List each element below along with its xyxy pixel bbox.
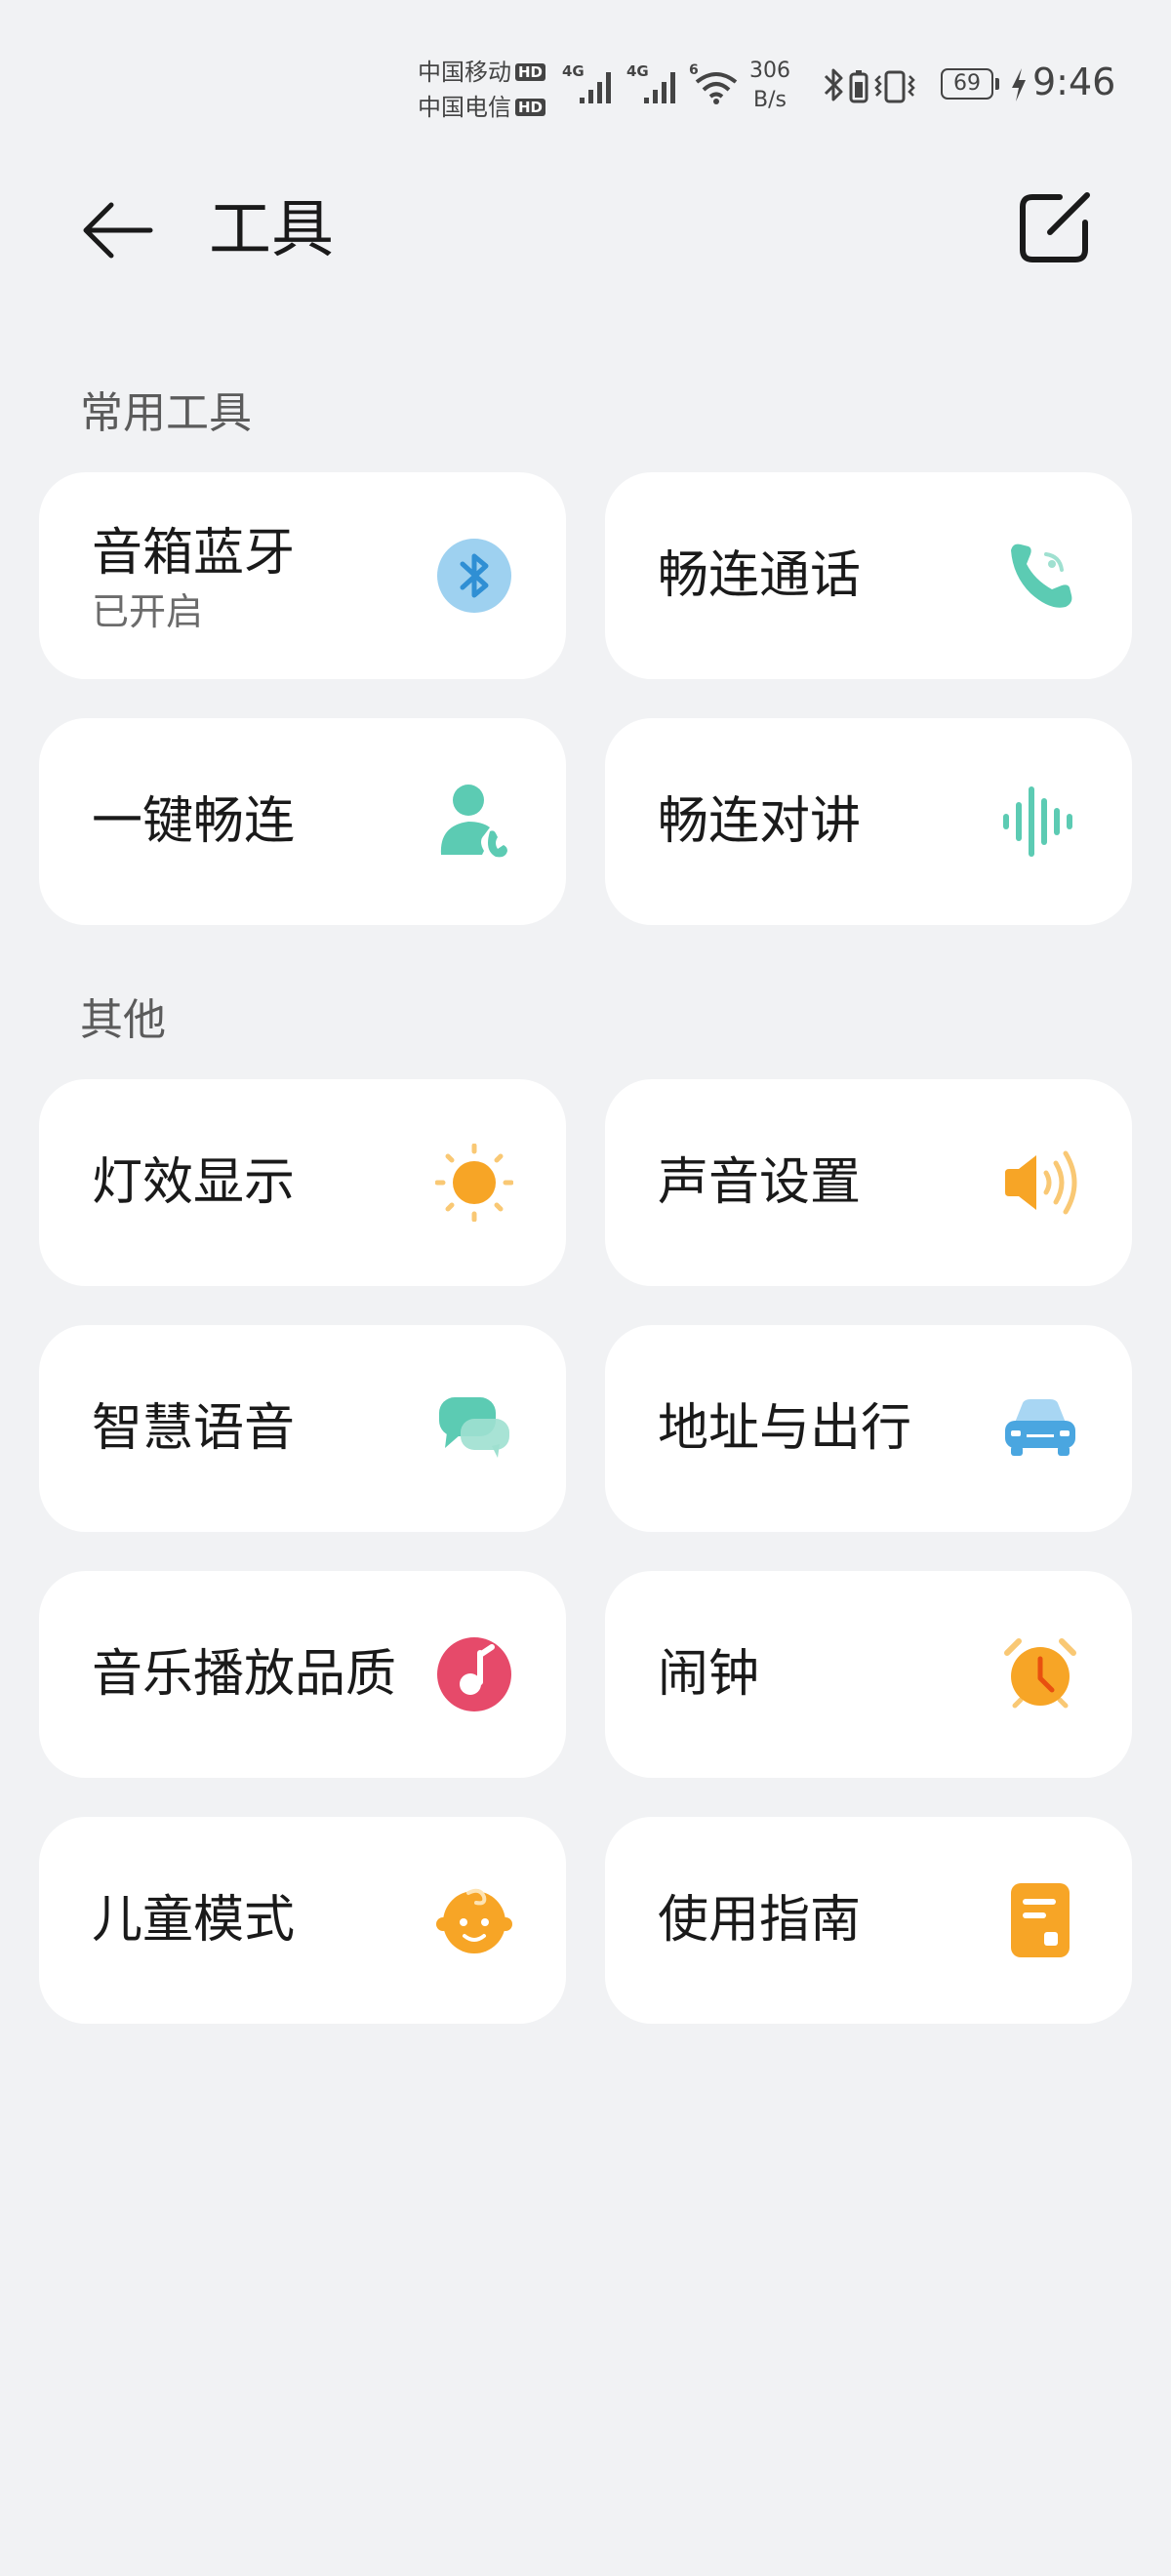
page-title: 工具 xyxy=(209,194,334,266)
speaker-icon xyxy=(1005,1150,1077,1215)
tool-card-label: 畅连通话 xyxy=(658,546,862,605)
status-time: 9:46 xyxy=(1032,60,1116,103)
net-type-1: 4G xyxy=(562,62,585,80)
edit-icon xyxy=(1020,192,1090,262)
network-speed: 306 B/s xyxy=(749,57,790,115)
battery-level: 69 xyxy=(953,71,981,96)
network-speed-unit: B/s xyxy=(753,88,787,112)
signal-strength-2-icon: 4G xyxy=(626,62,675,103)
tool-card-alarm[interactable]: 闹钟 xyxy=(605,1571,1132,1778)
tool-card-smart-voice[interactable]: 智慧语音 xyxy=(39,1325,566,1532)
battery-indicator: 69 xyxy=(941,68,993,100)
hd-badge-1: HD xyxy=(515,63,546,81)
wifi-type: 6 xyxy=(689,62,699,78)
battery-tip xyxy=(995,78,999,90)
tool-card-label: 使用指南 xyxy=(658,1891,862,1950)
chat-bubble-icon xyxy=(439,1397,509,1458)
tool-card-label: 灯效显示 xyxy=(92,1153,296,1212)
tool-card-light-effect[interactable]: 灯效显示 xyxy=(39,1079,566,1286)
tool-card-address-travel[interactable]: 地址与出行 xyxy=(605,1325,1132,1532)
tool-card-label: 音箱蓝牙 xyxy=(92,524,296,583)
net-type-2: 4G xyxy=(626,62,649,80)
arrow-left-icon xyxy=(83,202,153,259)
vibrate-icon xyxy=(874,70,915,103)
tool-card-music-quality[interactable]: 音乐播放品质 xyxy=(39,1571,566,1778)
section-title-common: 常用工具 xyxy=(80,388,252,438)
sun-icon xyxy=(435,1144,513,1222)
carrier-2: 中国电信 xyxy=(418,94,511,121)
baby-face-icon xyxy=(436,1888,512,1953)
back-button[interactable] xyxy=(78,191,156,269)
wifi-icon: 6 xyxy=(689,62,738,104)
voice-wave-icon xyxy=(1003,786,1072,857)
battery-saver-icon xyxy=(849,70,868,103)
tool-card-label: 音乐播放品质 xyxy=(92,1645,397,1704)
network-speed-value: 306 xyxy=(749,59,790,83)
hd-badge-2: HD xyxy=(515,99,546,116)
contact-call-icon xyxy=(440,785,507,858)
tool-card-label: 儿童模式 xyxy=(92,1891,296,1950)
tool-card-walkie-talkie[interactable]: 畅连对讲 xyxy=(605,718,1132,925)
carrier-1: 中国移动 xyxy=(418,59,511,86)
bluetooth-icon xyxy=(437,539,511,613)
tool-card-sublabel: 已开启 xyxy=(92,590,204,633)
tool-card-sound-settings[interactable]: 声音设置 xyxy=(605,1079,1132,1286)
tool-card-user-guide[interactable]: 使用指南 xyxy=(605,1817,1132,2024)
tool-card-one-touch-connect[interactable]: 一键畅连 xyxy=(39,718,566,925)
tool-card-speaker-bluetooth[interactable]: 音箱蓝牙 已开启 xyxy=(39,472,566,679)
tool-card-label: 闹钟 xyxy=(658,1645,760,1704)
tool-card-label: 地址与出行 xyxy=(658,1399,912,1458)
music-note-icon xyxy=(437,1637,511,1711)
tool-card-label: 一键畅连 xyxy=(92,792,296,851)
tool-card-kids-mode[interactable]: 儿童模式 xyxy=(39,1817,566,2024)
bluetooth-status-icon xyxy=(824,68,843,101)
edit-button[interactable] xyxy=(1015,189,1093,267)
tool-card-meetime-call[interactable]: 畅连通话 xyxy=(605,472,1132,679)
alarm-clock-icon xyxy=(1004,1638,1076,1709)
tool-card-label: 智慧语音 xyxy=(92,1399,296,1458)
status-bar: 中国移动 HD 中国电信 HD 4G 4G 6 306 B/s 69 9:46 xyxy=(0,0,1171,146)
section-title-other: 其他 xyxy=(80,995,166,1045)
signal-strength-1-icon: 4G xyxy=(562,62,611,103)
status-icons-group xyxy=(824,68,915,103)
carrier-info: 中国移动 HD 中国电信 HD xyxy=(418,55,550,125)
car-icon xyxy=(1005,1399,1075,1456)
charging-icon xyxy=(1012,68,1026,101)
guide-document-icon xyxy=(1011,1883,1070,1957)
phone-call-icon xyxy=(1011,543,1072,608)
tool-card-label: 声音设置 xyxy=(658,1153,862,1212)
tool-card-label: 畅连对讲 xyxy=(658,792,862,851)
